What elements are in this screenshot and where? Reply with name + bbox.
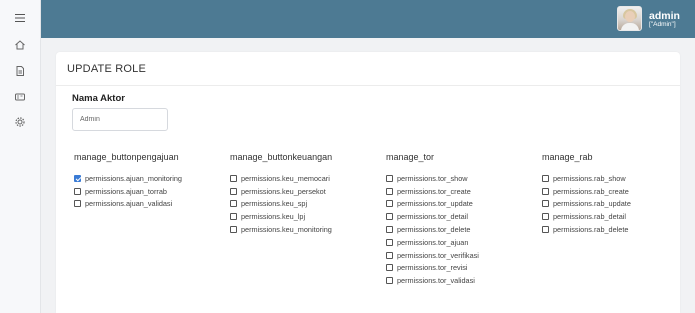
permission-item[interactable]: permissions.tor_ajuan <box>386 236 536 249</box>
permission-label: permissions.keu_monitoring <box>241 225 332 235</box>
permission-group-buttonkeuangan: manage_buttonkeuangan permissions.keu_me… <box>230 152 380 236</box>
permission-checkbox[interactable] <box>542 213 549 221</box>
permission-label: permissions.rab_create <box>553 186 629 196</box>
permission-label: permissions.tor_verifikasi <box>397 250 479 260</box>
permission-label: permissions.keu_persekot <box>241 186 326 196</box>
document-icon[interactable] <box>13 64 27 78</box>
permission-item[interactable]: permissions.rab_delete <box>542 223 692 236</box>
permission-checkbox[interactable] <box>386 277 393 285</box>
card-header: UPDATE ROLE <box>56 52 680 86</box>
permission-item[interactable]: permissions.tor_verifikasi <box>386 249 536 262</box>
permission-item[interactable]: permissions.rab_create <box>542 185 692 198</box>
permission-item[interactable]: permissions.tor_revisi <box>386 262 536 275</box>
permission-group-rab: manage_rab permissions.rab_show permissio… <box>542 152 692 236</box>
permission-item[interactable]: permissions.rab_update <box>542 198 692 211</box>
permission-checkbox[interactable] <box>386 174 393 182</box>
permission-label: permissions.ajuan_validasi <box>85 199 173 209</box>
permission-label: permissions.rab_delete <box>553 225 629 235</box>
permission-checkbox[interactable] <box>74 200 81 208</box>
permission-label: permissions.tor_update <box>397 199 473 209</box>
permission-checkbox[interactable] <box>386 200 393 208</box>
home-icon[interactable] <box>13 38 27 52</box>
permission-checkbox[interactable] <box>230 226 237 234</box>
permission-label: permissions.keu_lpj <box>241 212 306 222</box>
permission-label: permissions.tor_validasi <box>397 276 475 286</box>
permission-checkbox[interactable] <box>542 187 549 195</box>
permission-checkbox[interactable] <box>230 213 237 221</box>
group-title: manage_buttonkeuangan <box>230 152 333 162</box>
permission-checkbox[interactable] <box>230 200 237 208</box>
permission-group-buttonpengajuan: manage_buttonpengajuan permissions.ajuan… <box>74 152 224 210</box>
permission-item[interactable]: permissions.rab_show <box>542 172 692 185</box>
permission-group-tor: manage_tor permissions.tor_show permissio… <box>386 152 536 287</box>
menu-icon[interactable] <box>13 11 27 25</box>
permission-item[interactable]: permissions.ajuan_validasi <box>74 198 224 211</box>
permission-item[interactable]: permissions.tor_create <box>386 185 536 198</box>
permission-label: permissions.ajuan_torrab <box>85 186 167 196</box>
permission-checkbox[interactable] <box>74 187 81 195</box>
permission-label: permissions.rab_show <box>553 173 626 183</box>
permission-item[interactable]: permissions.keu_monitoring <box>230 223 380 236</box>
permission-item[interactable]: permissions.keu_memocari <box>230 172 380 185</box>
permission-label: permissions.tor_ajuan <box>397 237 469 247</box>
avatar[interactable] <box>617 6 642 31</box>
group-title: manage_tor <box>386 152 435 162</box>
permission-item[interactable]: permissions.tor_validasi <box>386 274 536 287</box>
permission-item[interactable]: permissions.keu_lpj <box>230 210 380 223</box>
permission-checkbox[interactable] <box>386 226 393 234</box>
permission-label: permissions.tor_revisi <box>397 263 468 273</box>
permission-checkbox[interactable] <box>386 264 393 272</box>
permission-item[interactable]: permissions.ajuan_monitoring <box>74 172 224 185</box>
permission-label: permissions.rab_update <box>553 199 631 209</box>
permission-label: permissions.keu_memocari <box>241 173 330 183</box>
permission-checkbox[interactable] <box>230 187 237 195</box>
permission-checkbox[interactable] <box>74 174 81 182</box>
top-navbar: admin ["Admin"] <box>41 0 695 38</box>
nama-aktor-input[interactable] <box>72 108 168 131</box>
permission-label: permissions.tor_detail <box>397 212 468 222</box>
permission-item[interactable]: permissions.rab_detail <box>542 210 692 223</box>
permission-label: permissions.tor_delete <box>397 225 471 235</box>
permission-label: permissions.tor_show <box>397 173 468 183</box>
permission-checkbox[interactable] <box>386 213 393 221</box>
permission-checkbox[interactable] <box>542 226 549 234</box>
permission-item[interactable]: permissions.tor_show <box>386 172 536 185</box>
permission-label: permissions.keu_spj <box>241 199 308 209</box>
permission-checkbox[interactable] <box>386 187 393 195</box>
sidebar <box>0 0 41 313</box>
gear-icon[interactable] <box>13 115 27 129</box>
card-icon[interactable] <box>13 90 27 104</box>
permission-item[interactable]: permissions.tor_update <box>386 198 536 211</box>
permission-checkbox[interactable] <box>386 238 393 246</box>
permission-label: permissions.ajuan_monitoring <box>85 173 182 183</box>
permission-item[interactable]: permissions.ajuan_torrab <box>74 185 224 198</box>
permission-checkbox[interactable] <box>230 174 237 182</box>
permission-checkbox[interactable] <box>386 251 393 259</box>
permission-label: permissions.rab_detail <box>553 212 627 222</box>
permission-label: permissions.tor_create <box>397 186 471 196</box>
permission-checkbox[interactable] <box>542 174 549 182</box>
permission-item[interactable]: permissions.tor_delete <box>386 223 536 236</box>
user-role: ["Admin"] <box>649 21 676 28</box>
permission-item[interactable]: permissions.tor_detail <box>386 210 536 223</box>
page-title: UPDATE ROLE <box>67 63 147 75</box>
group-title: manage_buttonpengajuan <box>74 152 179 162</box>
permission-item[interactable]: permissions.keu_spj <box>230 198 380 211</box>
permission-item[interactable]: permissions.keu_persekot <box>230 185 380 198</box>
nama-aktor-label: Nama Aktor <box>72 93 125 104</box>
permission-checkbox[interactable] <box>542 200 549 208</box>
group-title: manage_rab <box>542 152 593 162</box>
update-role-card: UPDATE ROLE Nama Aktor manage_buttonpeng… <box>56 52 680 313</box>
